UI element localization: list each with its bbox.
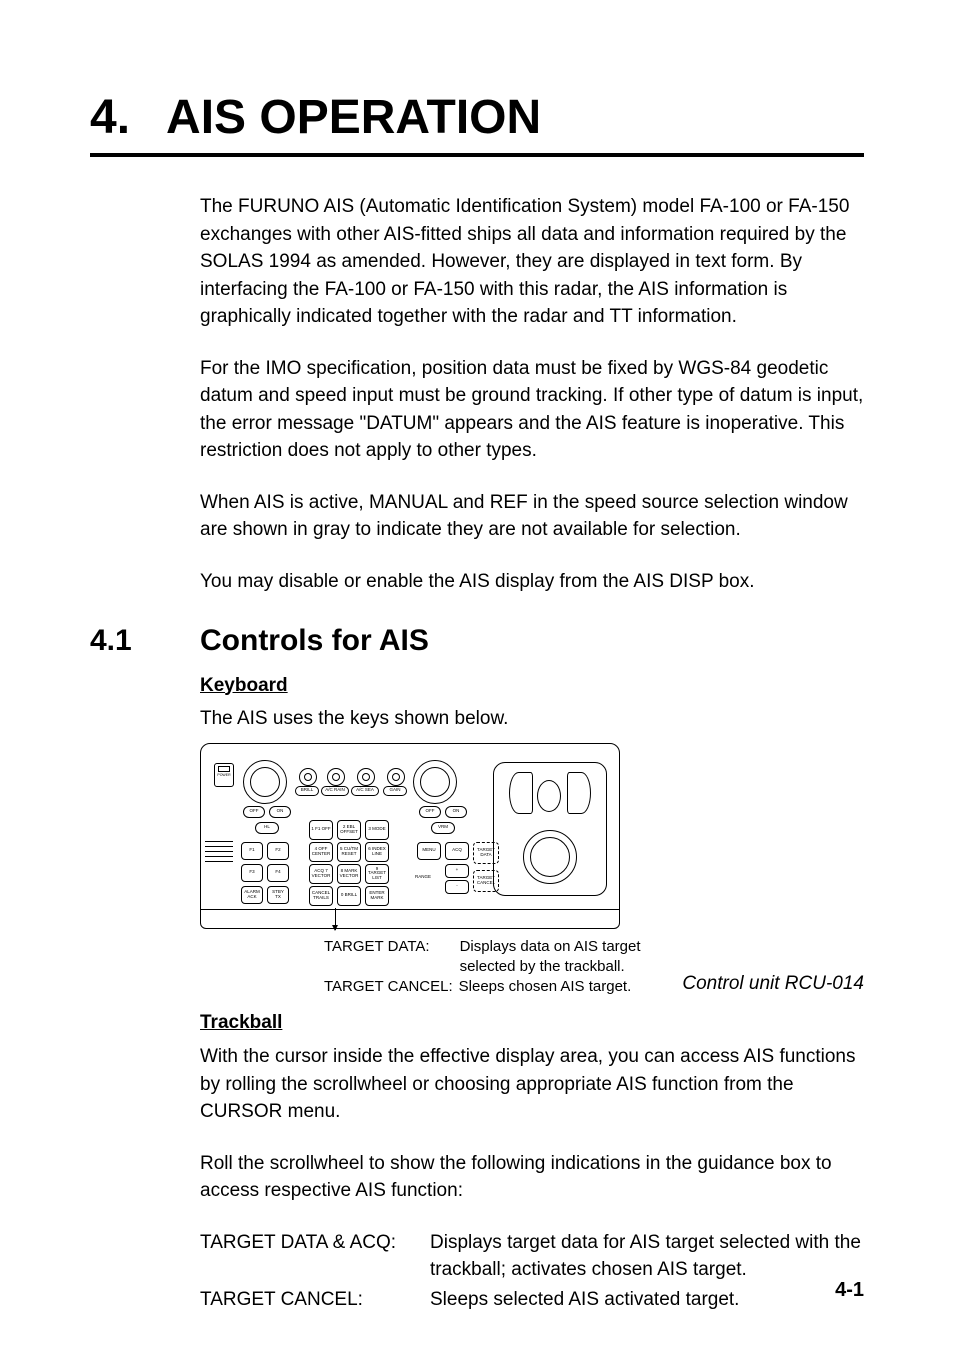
key-9: 9 TARGET LIST xyxy=(365,864,389,884)
scrollwheel-icon xyxy=(537,780,561,812)
intro-paragraph-2: For the IMO specification, position data… xyxy=(200,355,864,465)
hl-key: HL xyxy=(255,822,279,834)
caption-target-data-label: TARGET DATA: xyxy=(324,937,430,978)
gain-knob-icon xyxy=(387,768,405,786)
intro-paragraph-1: The FURUNO AIS (Automatic Identification… xyxy=(200,193,864,331)
vrm-on: ON xyxy=(445,806,467,818)
callout-arrow-icon xyxy=(335,908,336,930)
alarm-ack-key: ALARM ACK xyxy=(241,886,263,904)
trackball-left-button-icon xyxy=(509,772,533,814)
brill-label: BRILL xyxy=(295,786,319,796)
speaker-grille-icon xyxy=(205,839,233,859)
trackball-paragraph-2: Roll the scrollwheel to show the followi… xyxy=(200,1150,864,1205)
ebl-dial-icon xyxy=(243,760,287,804)
ac-rain-label: A/C RAIN xyxy=(321,786,349,796)
keyboard-heading: Keyboard xyxy=(200,672,288,700)
section-number: 4.1 xyxy=(90,624,200,658)
keyboard-figure: BRILL A/C RAIN A/C SEA GAIN OFF ON HL OF… xyxy=(200,743,864,998)
keyboard-lead: The AIS uses the keys shown below. xyxy=(200,705,864,733)
chapter-name: AIS OPERATION xyxy=(166,91,541,144)
chapter-number: 4. xyxy=(90,90,130,145)
ac-rain-knob-icon xyxy=(327,768,345,786)
key-6: 6 INDEX LINE xyxy=(365,842,389,862)
keyboard-block: Keyboard The AIS uses the keys shown bel… xyxy=(200,666,864,1314)
key-enter: ENTER MARK xyxy=(365,886,389,906)
acq-key: ACQ xyxy=(445,842,469,860)
page: 4. AIS OPERATION The FURUNO AIS (Automati… xyxy=(0,0,954,1350)
key-8: 8 MARK VECTOR xyxy=(337,864,361,884)
ebl-off: OFF xyxy=(243,806,265,818)
trackball-right-button-icon xyxy=(567,772,591,814)
ebl-on: ON xyxy=(269,806,291,818)
key-3: 3 MODE xyxy=(365,820,389,840)
brill-knob-icon xyxy=(299,768,317,786)
palm-rest xyxy=(201,909,619,928)
def-row-target-data-acq: TARGET DATA & ACQ: Displays target data … xyxy=(200,1229,864,1284)
trackball-icon xyxy=(523,830,577,884)
f4-key: F4 xyxy=(267,864,289,882)
figure-title: Control unit RCU-014 xyxy=(682,948,864,998)
vrm-dial-icon xyxy=(413,760,457,804)
power-button-icon xyxy=(214,763,234,787)
range-minus-key: - xyxy=(445,880,469,894)
trackball-heading: Trackball xyxy=(200,1009,282,1037)
range-plus-key: + xyxy=(445,864,469,878)
caption-target-cancel-text: Sleeps chosen AIS target. xyxy=(459,977,632,997)
vrm-key: VRM xyxy=(431,822,455,834)
def-term: TARGET CANCEL: xyxy=(200,1286,430,1314)
section-heading: 4.1 Controls for AIS xyxy=(90,624,864,658)
key-2: 2 EBL OFFSET xyxy=(337,820,361,840)
key-cancel: CANCEL TRAILS xyxy=(309,886,333,906)
key-4: 4 OFF CENTER xyxy=(309,842,333,862)
ac-sea-knob-icon xyxy=(357,768,375,786)
chapter-title: 4. AIS OPERATION xyxy=(90,90,864,145)
vrm-off: OFF xyxy=(419,806,441,818)
figure-caption-row: TARGET DATA: Displays data on AIS target… xyxy=(200,929,864,998)
key-1: 1 F1 OFF xyxy=(309,820,333,840)
caption-target-cancel-label: TARGET CANCEL: xyxy=(324,977,453,997)
intro-paragraph-4: You may disable or enable the AIS displa… xyxy=(200,568,864,596)
def-row-target-cancel: TARGET CANCEL: Sleeps selected AIS activ… xyxy=(200,1286,864,1314)
section-title: Controls for AIS xyxy=(200,624,429,658)
control-unit-diagram: BRILL A/C RAIN A/C SEA GAIN OFF ON HL OF… xyxy=(200,743,620,929)
trackball-paragraph-1: With the cursor inside the effective dis… xyxy=(200,1043,864,1126)
ac-sea-label: A/C SEA xyxy=(351,786,379,796)
range-label: RANGE xyxy=(415,874,431,881)
key-7: ACQ 7 VECTOR xyxy=(309,864,333,884)
gain-label: GAIN xyxy=(383,786,407,796)
intro-paragraph-3: When AIS is active, MANUAL and REF in th… xyxy=(200,489,864,544)
stby-tx-key: STBY TX xyxy=(267,886,289,904)
figure-caption: TARGET DATA: Displays data on AIS target… xyxy=(324,929,652,998)
title-rule xyxy=(90,153,864,157)
f2-key: F2 xyxy=(267,842,289,860)
key-0: 0 BRILL xyxy=(337,886,361,906)
def-term: TARGET DATA & ACQ: xyxy=(200,1229,430,1284)
f1-key: F1 xyxy=(241,842,263,860)
f3-key: F3 xyxy=(241,864,263,882)
intro-block: The FURUNO AIS (Automatic Identification… xyxy=(200,193,864,596)
def-desc: Sleeps selected AIS activated target. xyxy=(430,1286,864,1314)
def-desc: Displays target data for AIS target sele… xyxy=(430,1229,864,1284)
page-number: 4-1 xyxy=(835,1279,864,1302)
trackball-definitions: TARGET DATA & ACQ: Displays target data … xyxy=(200,1229,864,1314)
key-5: 5 CU/TM RESET xyxy=(337,842,361,862)
menu-key: MENU xyxy=(417,842,441,860)
caption-target-data-text: Displays data on AIS target selected by … xyxy=(460,937,653,978)
